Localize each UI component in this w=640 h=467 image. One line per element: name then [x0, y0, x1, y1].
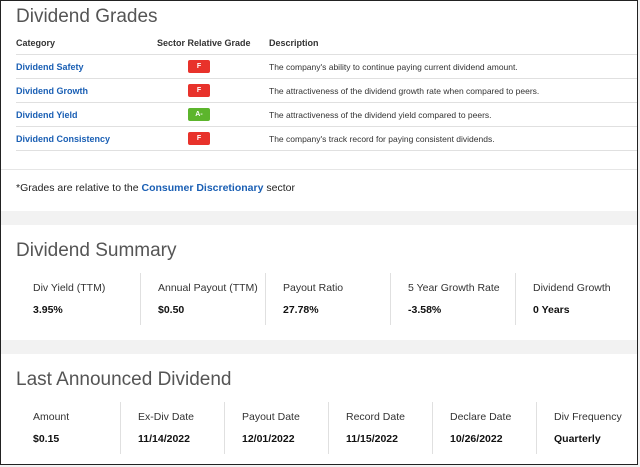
column-header-description: Description — [269, 38, 319, 48]
stat-dividend-growth: Dividend Growth 0 Years — [515, 273, 637, 325]
grade-badge: F — [188, 60, 210, 73]
stat-label: Annual Payout (TTM) — [158, 282, 258, 294]
column-header-category: Category — [16, 38, 56, 48]
grade-description: The attractiveness of the dividend growt… — [269, 86, 540, 96]
stat-value: 12/01/2022 — [242, 433, 295, 445]
column-header-grade: Sector Relative Grade — [157, 38, 251, 48]
dividend-summary-card: Dividend Summary Div Yield (TTM) 3.95% A… — [1, 225, 637, 340]
stat-payout-ratio: Payout Ratio 27.78% — [265, 273, 390, 325]
table-row: Dividend Safety F The company's ability … — [16, 54, 637, 79]
category-link-dividend-safety[interactable]: Dividend Safety — [16, 62, 84, 72]
stat-div-yield: Div Yield (TTM) 3.95% — [16, 273, 140, 325]
stat-amount: Amount $0.15 — [16, 402, 120, 454]
stat-label: Record Date — [346, 411, 405, 423]
grade-badge: F — [188, 84, 210, 97]
stat-value: 27.78% — [283, 304, 319, 316]
stat-label: Payout Ratio — [283, 282, 344, 294]
stat-annual-payout: Annual Payout (TTM) $0.50 — [140, 273, 265, 325]
last-dividend-stats: Amount $0.15 Ex-Div Date 11/14/2022 Payo… — [16, 402, 637, 454]
stat-label: 5 Year Growth Rate — [408, 282, 500, 294]
dividend-grades-title: Dividend Grades — [16, 6, 158, 27]
stat-payout-date: Payout Date 12/01/2022 — [224, 402, 328, 454]
stat-value: 11/15/2022 — [346, 433, 398, 445]
stat-label: Div Frequency — [554, 411, 622, 423]
stat-label: Ex-Div Date — [138, 411, 195, 423]
footnote-prefix: *Grades are relative to the — [16, 182, 142, 194]
table-row: Dividend Growth F The attractiveness of … — [16, 78, 637, 103]
stat-label: Declare Date — [450, 411, 512, 423]
stat-value: 0 Years — [533, 304, 570, 316]
stat-label: Amount — [33, 411, 70, 423]
grades-table-header: Category Sector Relative Grade Descripti… — [16, 38, 637, 52]
summary-stats: Div Yield (TTM) 3.95% Annual Payout (TTM… — [16, 273, 637, 325]
grade-badge: A- — [188, 108, 210, 121]
table-row: Dividend Consistency F The company's tra… — [16, 126, 637, 151]
category-link-dividend-consistency[interactable]: Dividend Consistency — [16, 134, 110, 144]
sector-footnote: *Grades are relative to the Consumer Dis… — [16, 182, 295, 194]
stat-ex-div-date: Ex-Div Date 11/14/2022 — [120, 402, 224, 454]
stat-value: -3.58% — [408, 304, 442, 316]
stat-value: 3.95% — [33, 304, 63, 316]
grade-description: The company's ability to continue paying… — [269, 62, 518, 72]
stat-value: 11/14/2022 — [138, 433, 190, 445]
dividend-grades-card: Dividend Grades Category Sector Relative… — [1, 1, 637, 211]
dividend-panel: Dividend Grades Category Sector Relative… — [0, 0, 638, 465]
stat-5-year-growth: 5 Year Growth Rate -3.58% — [390, 273, 515, 325]
table-row: Dividend Yield A- The attractiveness of … — [16, 102, 637, 127]
stat-record-date: Record Date 11/15/2022 — [328, 402, 432, 454]
category-link-dividend-yield[interactable]: Dividend Yield — [16, 110, 78, 120]
stat-declare-date: Declare Date 10/26/2022 — [432, 402, 536, 454]
footnote-suffix: sector — [263, 182, 295, 194]
last-announced-dividend-title: Last Announced Dividend — [16, 369, 232, 390]
table-divider — [16, 150, 637, 151]
stat-value: 10/26/2022 — [450, 433, 503, 445]
stat-label: Dividend Growth — [533, 282, 611, 294]
grade-description: The attractiveness of the dividend yield… — [269, 110, 492, 120]
dividend-summary-title: Dividend Summary — [16, 240, 177, 261]
footnote-divider — [1, 169, 637, 170]
last-announced-dividend-card: Last Announced Dividend Amount $0.15 Ex-… — [1, 354, 637, 464]
grade-description: The company's track record for paying co… — [269, 134, 495, 144]
stat-label: Payout Date — [242, 411, 300, 423]
stat-label: Div Yield (TTM) — [33, 282, 106, 294]
stat-value: $0.15 — [33, 433, 60, 445]
category-link-dividend-growth[interactable]: Dividend Growth — [16, 86, 88, 96]
sector-link[interactable]: Consumer Discretionary — [141, 182, 263, 194]
stat-div-frequency: Div Frequency Quarterly — [536, 402, 637, 454]
stat-value: $0.50 — [158, 304, 185, 316]
stat-value: Quarterly — [554, 433, 601, 445]
grade-badge: F — [188, 132, 210, 145]
